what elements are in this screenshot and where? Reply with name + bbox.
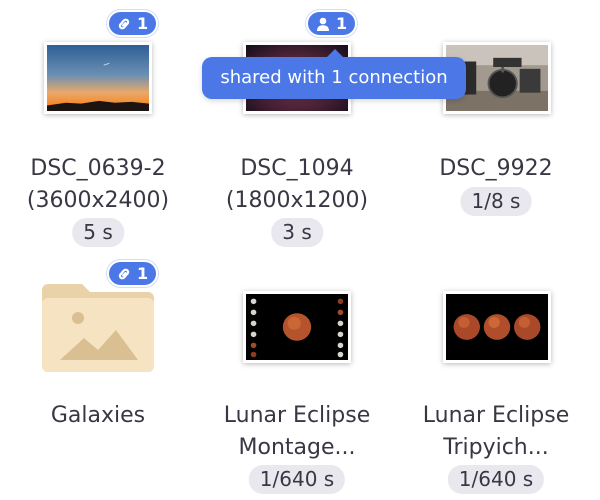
item-name: Galaxies	[50, 403, 146, 428]
item-name: DSC_9922	[439, 156, 553, 181]
exposure-badge: 1/640 s	[248, 465, 346, 494]
photo-thumbnail[interactable]	[44, 42, 152, 114]
person-icon	[315, 16, 331, 32]
shared-tooltip: shared with 1 connection	[202, 49, 466, 99]
item-name: DSC_0639-2 (3600x2400)	[26, 156, 170, 213]
exposure-badge: 5 s	[72, 218, 124, 247]
photo-thumbnail[interactable]	[443, 291, 551, 363]
shared-connection-badge[interactable]: 1	[306, 10, 358, 37]
exposure-badge: 1/640 s	[447, 465, 545, 494]
folder-icon[interactable]	[38, 276, 158, 376]
item-name: DSC_1094 (1800x1200)	[225, 156, 369, 213]
item-name: Lunar Eclipse Tripyich...	[422, 403, 570, 460]
shared-link-badge[interactable]: 1	[107, 10, 159, 37]
badge-count: 1	[137, 14, 149, 33]
badge-count: 1	[336, 14, 348, 33]
link-icon	[116, 16, 132, 32]
exposure-badge: 1/8 s	[460, 187, 532, 216]
item-name: Lunar Eclipse Montage...	[223, 403, 371, 460]
exposure-badge: 3 s	[271, 218, 323, 247]
photo-thumbnail[interactable]	[243, 291, 351, 363]
shared-link-badge[interactable]: 1	[107, 260, 159, 287]
link-icon	[116, 266, 132, 282]
badge-count: 1	[137, 264, 149, 283]
